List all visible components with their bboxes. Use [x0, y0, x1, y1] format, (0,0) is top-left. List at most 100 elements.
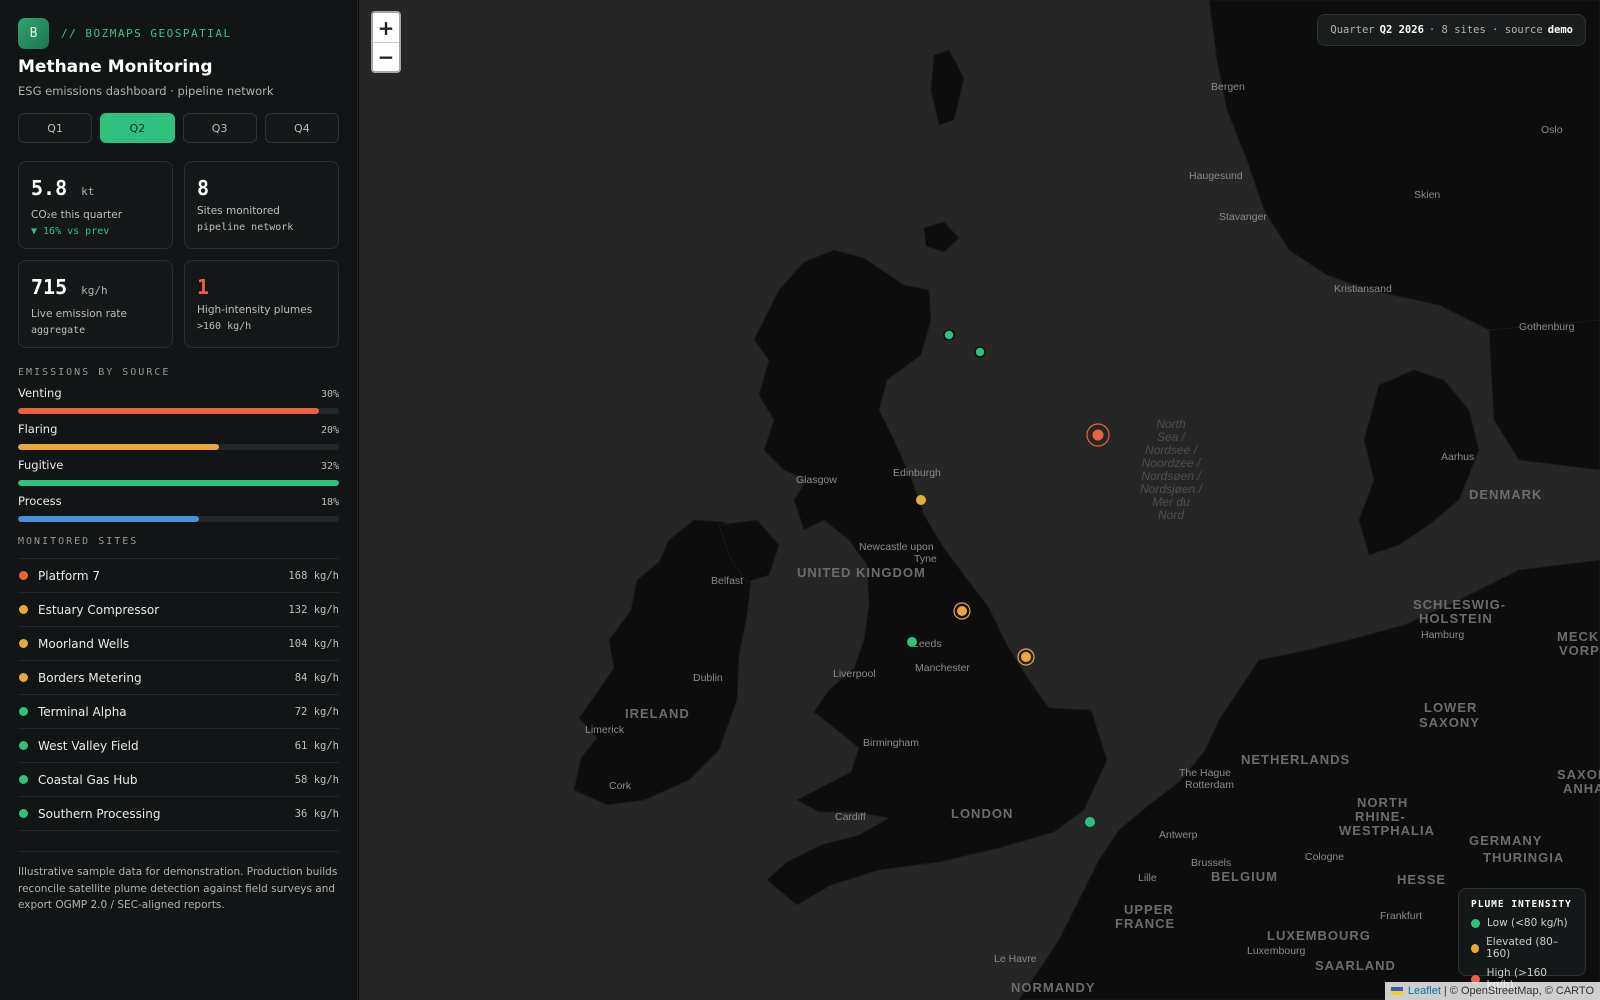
marker-elevated[interactable] — [957, 606, 967, 616]
site-row-moorland-wells[interactable]: Moorland Wells 104 kg/h — [18, 627, 339, 661]
stats-grid: 5.8 kt CO₂e this quarter ▼ 16% vs prev 8… — [18, 161, 339, 348]
label-belgium: BELGIUM — [1211, 869, 1278, 884]
source-percent: 32% — [320, 461, 339, 472]
label-le-havre: Le Havre — [994, 953, 1037, 965]
bar-fill — [18, 444, 219, 450]
stat-unit: kg/h — [81, 284, 108, 297]
marker-elevated[interactable] — [916, 495, 926, 505]
site-row-coastal-gas-hub[interactable]: Coastal Gas Hub 58 kg/h — [18, 763, 339, 797]
label-normandy: NORMANDY — [1011, 980, 1096, 995]
legend-item-elevated: Elevated (80–160) — [1471, 936, 1573, 960]
label-cardiff: Cardiff — [835, 811, 866, 823]
map-attribution: Leaflet | © OpenStreetMap, © CARTO — [1384, 982, 1600, 1000]
quarter-button-q1[interactable]: Q1 — [18, 113, 93, 143]
marker-low[interactable] — [1085, 817, 1095, 827]
label-united-kingdom: UNITED KINGDOM — [797, 565, 926, 580]
legend-item-low: Low (<80 kg/h) — [1471, 917, 1573, 929]
label-hamburg: Hamburg — [1421, 629, 1464, 641]
label-dublin: Dublin — [693, 672, 723, 684]
stat-card-rate: 715 kg/h Live emission rate aggregate — [18, 260, 173, 348]
label-luxembourg: LUXEMBOURG — [1267, 928, 1371, 943]
brand: B // BOZMAPS GEOSPATIAL — [18, 17, 339, 49]
bar-track — [18, 408, 339, 414]
stat-value: 5.8 kt — [31, 176, 160, 204]
quarter-info-badge: Quarter Q2 2026 · 8 sites · source demo — [1317, 14, 1586, 46]
label-oslo: Oslo — [1541, 124, 1563, 136]
site-row-southern-processing[interactable]: Southern Processing 36 kg/h — [18, 797, 339, 831]
label-germany: GERMANY — [1469, 833, 1542, 848]
sites-heading: MONITORED SITES — [18, 536, 139, 547]
quarter-button-q3[interactable]: Q3 — [182, 113, 257, 143]
label-skien: Skien — [1414, 189, 1440, 201]
label-saarland: SAARLAND — [1315, 958, 1396, 973]
label-newcastle: Newcastle upon — [859, 541, 934, 553]
site-name: Moorland Wells — [38, 636, 130, 651]
status-dot — [19, 605, 28, 614]
site-rate: 84 kg/h — [294, 671, 339, 684]
site-row-terminal-alpha[interactable]: Terminal Alpha 72 kg/h — [18, 695, 339, 729]
marker-low[interactable] — [974, 346, 986, 358]
leaflet-link[interactable]: Leaflet — [1408, 985, 1441, 997]
zoom-in-button[interactable]: + — [373, 13, 399, 42]
bar-track — [18, 516, 339, 522]
site-rate: 104 kg/h — [288, 637, 339, 650]
site-row-west-valley-field[interactable]: West Valley Field 61 kg/h — [18, 729, 339, 763]
source-bar-fugitive: Fugitive 32% — [18, 458, 339, 494]
label-mecklenburg: MECKL — [1557, 629, 1600, 644]
site-name: Estuary Compressor — [38, 602, 160, 617]
footnote: Illustrative sample data for demonstrati… — [18, 851, 339, 914]
ukraine-flag-icon — [1390, 987, 1403, 995]
zoom-out-button[interactable]: − — [373, 42, 399, 71]
map-view[interactable]: Bergen Oslo Haugesund Skien Stavanger Kr… — [359, 0, 1600, 1000]
label-bergen: Bergen — [1211, 81, 1245, 93]
sea-line: Sea / — [1157, 430, 1187, 444]
status-dot — [19, 809, 28, 818]
site-row-platform-7[interactable]: Platform 7 168 kg/h — [18, 559, 339, 593]
label-antwerp: Antwerp — [1159, 829, 1198, 841]
marker-elevated[interactable] — [1021, 652, 1031, 662]
source-bars: Venting 30% Flaring 20% Fugitive 32% Proces… — [18, 386, 339, 530]
status-dot — [19, 707, 28, 716]
source-percent: 18% — [320, 497, 339, 508]
legend-title: PLUME INTENSITY — [1471, 899, 1572, 910]
label-saxony-anhalt: SAXONY- — [1557, 767, 1600, 782]
label-stavanger: Stavanger — [1219, 211, 1267, 223]
site-rate: 72 kg/h — [294, 705, 339, 718]
sweden-land — [1488, 319, 1600, 471]
label-saxony: SAXONY — [1419, 715, 1480, 730]
quarter-button-q4[interactable]: Q4 — [264, 113, 339, 143]
zoom-control: + − — [371, 11, 401, 73]
source-name: Fugitive — [18, 458, 64, 472]
stat-unit: kt — [81, 185, 95, 198]
label-upper: UPPER — [1124, 902, 1174, 917]
label-haugesund: Haugesund — [1189, 170, 1243, 182]
source-percent: 20% — [320, 425, 339, 436]
site-name: Terminal Alpha — [38, 704, 127, 719]
source-bar-venting: Venting 30% — [18, 386, 339, 422]
norway-land — [1208, 0, 1600, 331]
info-quarter: Q2 2026 — [1379, 24, 1424, 36]
stat-card-sites: 8 Sites monitored pipeline network — [184, 161, 339, 249]
quarter-button-q2[interactable]: Q2 — [100, 113, 175, 143]
marker-low[interactable] — [943, 329, 955, 341]
orkney-land — [923, 221, 960, 253]
page-subtitle: ESG emissions dashboard · pipeline netwo… — [18, 84, 274, 98]
label-nrw-3: WESTPHALIA — [1339, 823, 1435, 838]
label-holstein: HOLSTEIN — [1419, 611, 1493, 626]
basemap[interactable]: Bergen Oslo Haugesund Skien Stavanger Kr… — [359, 0, 1600, 1000]
stat-label: High-intensity plumes — [197, 304, 313, 316]
site-name: Borders Metering — [38, 670, 142, 685]
label-manchester: Manchester — [915, 662, 970, 674]
label-edinburgh: Edinburgh — [893, 467, 941, 479]
site-row-borders-metering[interactable]: Borders Metering 84 kg/h — [18, 661, 339, 695]
brand-logo: B — [18, 17, 49, 49]
info-sites: · 8 sites · source — [1428, 24, 1543, 36]
legend-dot — [1471, 918, 1480, 928]
marker-high[interactable] — [1092, 429, 1104, 441]
site-row-estuary-compressor[interactable]: Estuary Compressor 132 kg/h — [18, 593, 339, 627]
marker-low[interactable] — [907, 637, 917, 647]
label-denmark: DENMARK — [1469, 487, 1542, 502]
site-name: West Valley Field — [38, 738, 139, 753]
label-luxembourg-city: Luxembourg — [1247, 945, 1306, 957]
label-hesse: HESSE — [1397, 872, 1446, 887]
